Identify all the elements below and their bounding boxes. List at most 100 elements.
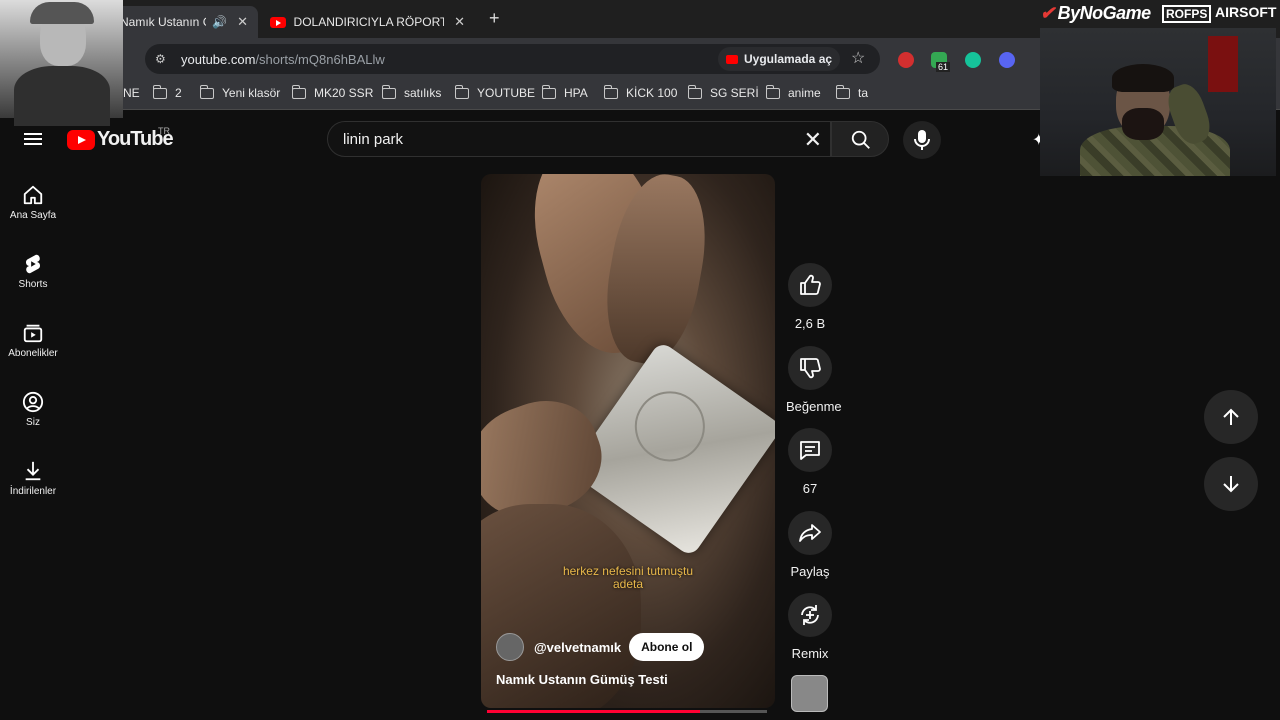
you-icon [22,391,44,413]
search-button[interactable] [831,121,889,157]
sidebar-item-you[interactable]: Siz [0,391,66,428]
bookmark-folder[interactable]: satılıks [381,84,441,100]
dislike-label: Beğenme [786,399,842,414]
folder-icon [381,84,396,99]
rofps-logo: ROFPS [1162,5,1212,23]
folder-icon [687,84,702,99]
new-tab-button[interactable]: + [489,8,500,29]
video-progress-bar[interactable] [487,710,767,713]
sidebar-item-subscriptions[interactable]: Abonelikler [0,322,66,359]
bookmark-folder[interactable]: Yeni klasör [199,84,281,100]
bookmark-folder[interactable]: MK20 SSR [291,84,374,100]
speaker-icon[interactable]: 🔊 [212,15,227,29]
bookmark-label: 2 [175,86,182,100]
channel-row: @velvetnamık Abone ol [496,633,705,661]
previous-short-button[interactable] [1204,390,1258,444]
channel-handle[interactable]: @velvetnamık [534,640,621,655]
bookmark-label: SG SERİ [710,86,759,100]
folder-icon [835,84,850,99]
progress-fill [487,710,700,713]
bookmark-folder[interactable]: KİCK 100 [603,84,678,100]
sidebar-item-label: Ana Sayfa [9,210,57,221]
folder-icon [541,84,556,99]
arrow-up-icon [1223,408,1239,425]
youtube-play-icon [67,129,95,150]
bookmark-folder[interactable]: HPA [541,84,588,100]
airsoft-logo: AIRSOFT [1215,4,1277,20]
bookmark-folder[interactable]: 2 [152,84,182,100]
bookmark-folder[interactable]: ta [835,84,869,100]
remix-button[interactable]: Remix [786,593,834,661]
sidebar-item-home[interactable]: Ana Sayfa [0,184,66,221]
sidebar-item-label: İndirilenler [9,486,57,497]
share-icon [799,524,821,542]
bookmark-label: ta [858,86,869,100]
country-code: TR [158,126,170,136]
bookmark-folder[interactable]: SG SERİ [687,84,759,100]
shorts-video-player[interactable]: herkez nefesini tutmuştu adeta @velvetna… [481,174,775,708]
omnibox[interactable]: ⚙ youtube.com/shorts/mQ8n6hBALlw Uygulam… [145,44,880,74]
sound-thumbnail[interactable] [791,675,828,712]
bookmark-folder[interactable]: anime [765,84,821,100]
grammarly-icon[interactable] [965,52,981,68]
thumbs-up-icon [800,274,821,295]
microphone-icon [914,130,930,150]
share-button[interactable]: Paylaş [786,511,834,579]
youtube-logo[interactable]: YouTube TR [67,126,174,151]
streamer-beard-shape [1122,108,1164,140]
open-in-app-button[interactable]: Uygulamada aç [718,47,841,71]
video-caption: herkez nefesini tutmuştu adeta [481,565,775,591]
caption-line: adeta [612,577,644,591]
downloads-icon [25,461,41,481]
bookmark-folder[interactable]: YOUTUBE [454,84,535,100]
url-host: youtube.com [181,51,256,67]
home-icon [23,185,43,205]
bookmark-label: KİCK 100 [626,86,678,100]
tab-title: Namık Ustanın Gümüş [120,15,206,29]
comment-icon [800,441,820,460]
next-short-button[interactable] [1204,457,1258,511]
bookmark-label: Yeni klasör [222,86,281,100]
discord-icon[interactable] [999,52,1015,68]
bookmark-label: HPA [564,86,588,100]
like-count: 2,6 B [794,316,826,331]
folder-icon [454,84,469,99]
tab-active[interactable]: Namık Ustanın Gümüş 🔊 ✕ [110,6,258,38]
portrait-cap-shape [30,2,94,24]
bookmark-item[interactable]: NE [123,86,140,100]
bookmark-label: NE [123,86,140,100]
extension-red-icon[interactable] [898,52,914,68]
comments-button[interactable]: 67 [786,428,834,496]
subscriptions-icon [23,324,43,343]
bookmark-label: anime [788,86,821,100]
bookmark-label: MK20 SSR [314,86,374,100]
bookmark-star-icon[interactable]: ☆ [851,48,865,68]
search-query: linin park [343,131,404,148]
comment-count: 67 [802,481,818,496]
dislike-button[interactable]: Beğenme [786,346,842,414]
sidebar-item-label: Siz [26,417,40,428]
sidebar-item-shorts[interactable]: Shorts [0,253,66,290]
hamburger-menu-icon[interactable] [24,130,42,148]
like-button[interactable]: 2,6 B [786,263,834,331]
folder-icon [199,84,214,99]
clear-search-icon[interactable]: ✕ [804,127,822,153]
site-info-icon[interactable]: ⚙ [155,52,171,66]
sponsor-banner: ✔ ByNoGame ROFPS AIRSOFT [1040,0,1280,28]
tab-inactive[interactable]: DOLANDIRICIYLA RÖPORTAJ YA ✕ [260,6,475,38]
url-text[interactable]: youtube.com/shorts/mQ8n6hBALlw [181,52,385,67]
sidebar-item-downloads[interactable]: İndirilenler [0,460,66,497]
sidebar-item-label: Abonelikler [8,348,58,359]
subscribe-button[interactable]: Abone ol [629,633,705,661]
tab-close-icon[interactable]: ✕ [454,14,465,30]
portrait-overlay [0,0,123,126]
channel-avatar[interactable] [496,633,524,661]
flag-shape [1208,36,1238,92]
tab-close-icon[interactable]: ✕ [237,14,248,30]
search-input[interactable]: linin park ✕ [327,121,831,157]
brand-name: ByNoGame [1057,3,1152,23]
youtube-favicon-icon [270,16,286,28]
folder-icon [291,84,306,99]
video-title[interactable]: Namık Ustanın Gümüş Testi [496,672,668,687]
voice-search-button[interactable] [903,121,941,159]
